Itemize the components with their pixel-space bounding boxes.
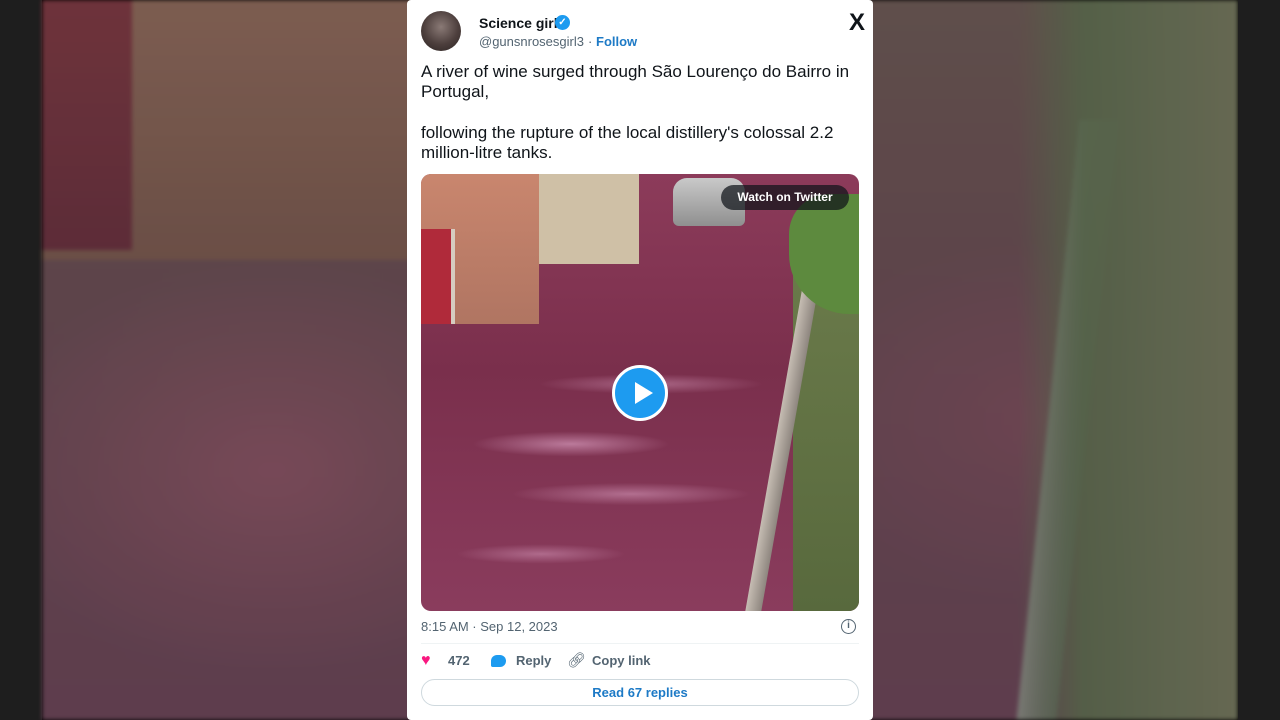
video-thumbnail[interactable]: Watch on Twitter xyxy=(421,174,859,611)
verified-badge-icon: ✓ xyxy=(555,15,570,30)
tweet-text-paragraph-2: following the rupture of the local disti… xyxy=(421,123,834,162)
follow-button[interactable]: Follow xyxy=(596,34,637,49)
letterbox-left xyxy=(0,0,42,720)
tweet-actions: ♥ 472 Reply 🔗︎ Copy link xyxy=(421,652,859,672)
letterbox-right xyxy=(1238,0,1280,720)
read-replies-button[interactable]: Read 67 replies xyxy=(421,679,859,706)
play-button[interactable] xyxy=(612,365,668,421)
separator: · xyxy=(588,34,593,49)
reply-button[interactable]: Reply xyxy=(516,652,551,672)
like-count[interactable]: 472 xyxy=(448,652,470,672)
reply-bubble-icon[interactable] xyxy=(491,655,506,667)
play-icon xyxy=(635,382,653,404)
x-logo-icon[interactable]: X xyxy=(849,11,865,35)
author-name[interactable]: Science girl xyxy=(479,15,558,31)
divider xyxy=(421,643,859,644)
author-handle[interactable]: @gunsnrosesgirl3 xyxy=(479,34,584,49)
tweet-text-paragraph-1: A river of wine surged through São Loure… xyxy=(421,62,850,101)
wine-flow-shimmer xyxy=(421,234,781,611)
copy-link-button[interactable]: Copy link xyxy=(592,652,651,672)
heart-icon[interactable]: ♥ xyxy=(421,652,431,670)
link-icon[interactable]: 🔗︎ xyxy=(567,652,586,670)
tweet-card: Science girl ✓ @gunsnrosesgirl3 · Follow… xyxy=(407,0,873,720)
tweet-timestamp[interactable]: 8:15 AM · Sep 12, 2023 xyxy=(421,619,558,634)
avatar[interactable] xyxy=(421,11,461,51)
watch-on-twitter-button[interactable]: Watch on Twitter xyxy=(721,185,849,210)
tweet-header: Science girl ✓ @gunsnrosesgirl3 · Follow… xyxy=(421,11,865,53)
info-icon[interactable]: i xyxy=(841,619,856,634)
